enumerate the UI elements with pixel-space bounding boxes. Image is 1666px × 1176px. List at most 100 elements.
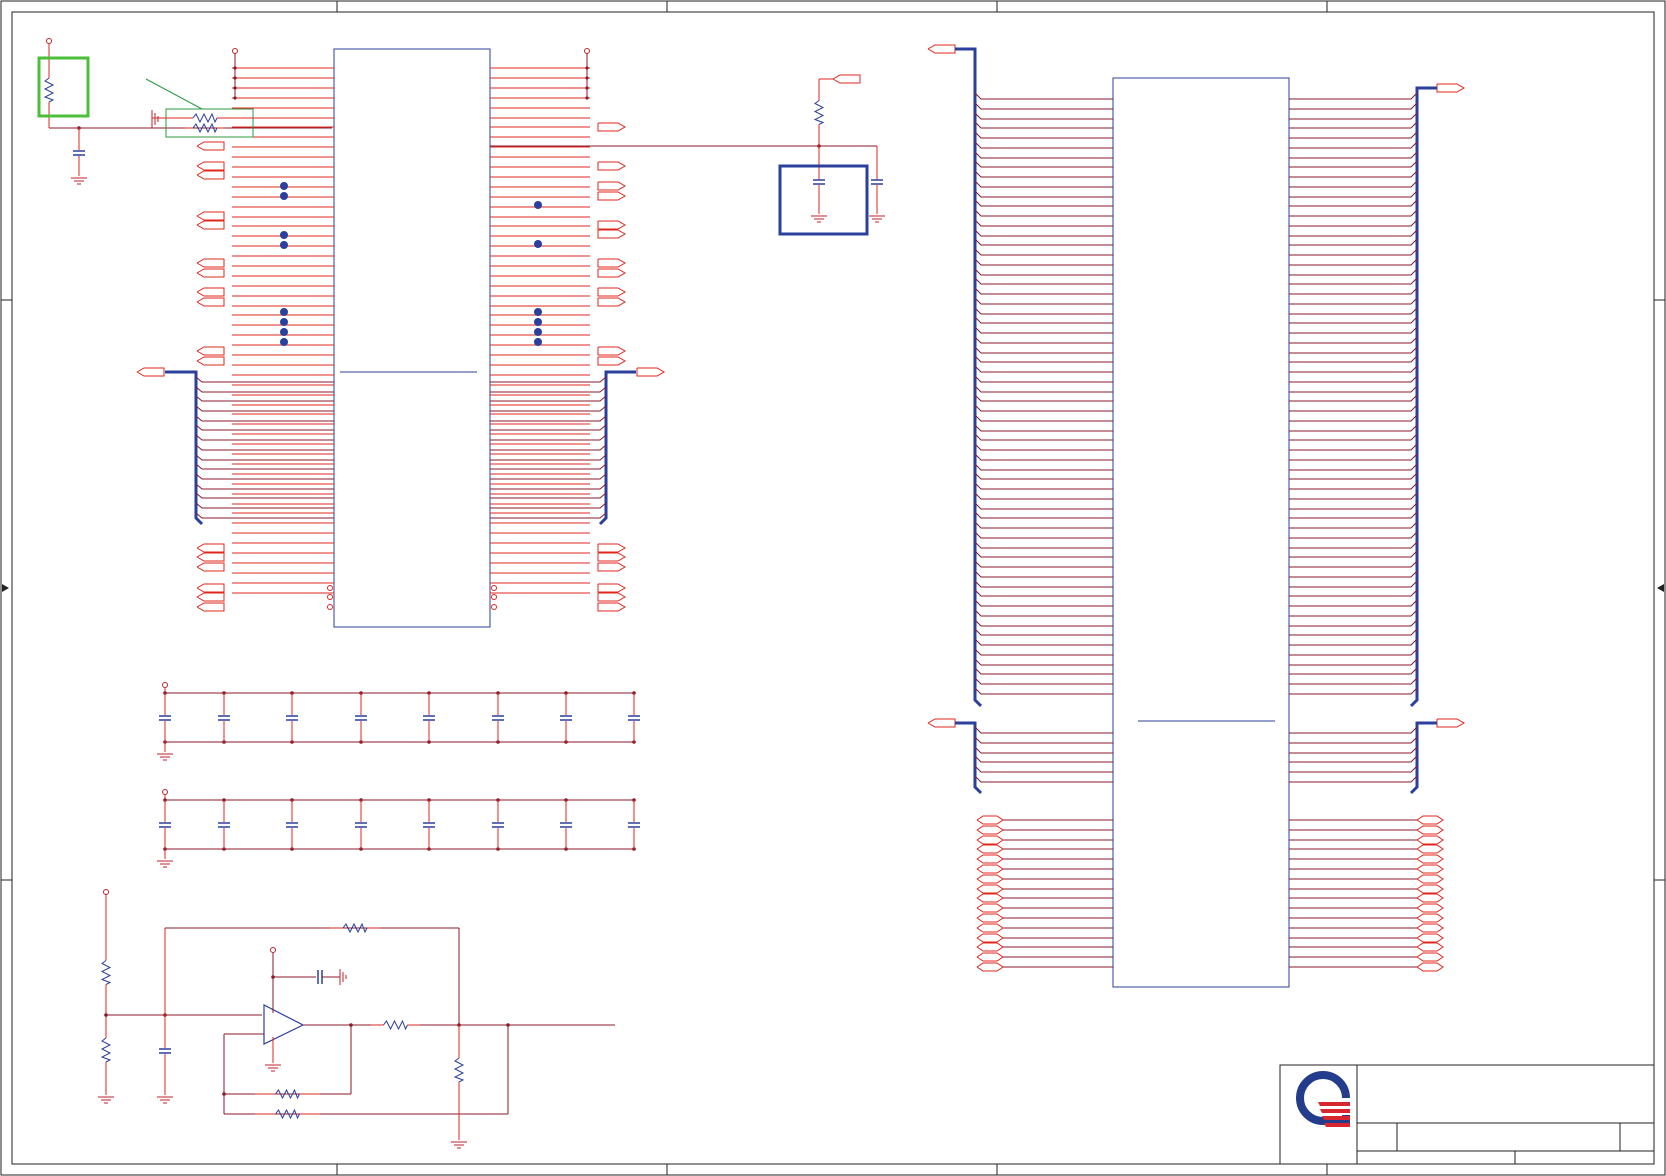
bus-entry (974, 453, 1113, 461)
port-bidirectional (1416, 825, 1444, 835)
bus-entry (974, 658, 1113, 666)
logo-stripe (1322, 1116, 1350, 1120)
left-ic-block (136, 48, 666, 628)
port-bidirectional (1416, 952, 1444, 962)
bus-entry (1289, 550, 1418, 558)
ic-body-right (1112, 77, 1290, 988)
bus-entry (974, 726, 1113, 734)
bus-entry (974, 238, 1113, 246)
bus-entry (974, 131, 1113, 139)
bus-entry (195, 434, 334, 441)
port-left (196, 552, 225, 562)
port-left (196, 346, 225, 356)
port-bidirectional (976, 884, 1004, 894)
port-left (196, 297, 225, 307)
port-bidirectional (1416, 923, 1444, 933)
port-left (196, 268, 225, 278)
port-bidirectional (1416, 864, 1444, 874)
bus-entry (974, 102, 1113, 110)
junction-dot (585, 86, 589, 90)
port-right (597, 356, 627, 366)
bus-entry (974, 502, 1113, 510)
port-right (597, 122, 627, 132)
bus-entry (490, 395, 607, 402)
power-symbol (103, 889, 109, 895)
bus-entry (1289, 746, 1418, 754)
port-left (196, 356, 225, 366)
bus-entry (195, 395, 334, 402)
resistor (813, 100, 825, 125)
bus-entry (1289, 638, 1418, 646)
output-resistor (383, 1019, 408, 1031)
bus-entry (490, 473, 607, 480)
bus-entry (195, 386, 334, 393)
bus-entry (974, 316, 1113, 324)
no-connect-dot (280, 241, 288, 249)
port-right (597, 552, 627, 562)
leader-line (145, 78, 203, 110)
port-left (196, 141, 225, 151)
junction-dot (233, 76, 237, 80)
bus-entry (1289, 667, 1418, 675)
bus-entry (1289, 160, 1418, 168)
port-bidirectional (976, 933, 1004, 943)
bus-entry (974, 365, 1113, 373)
bus-entry (195, 454, 334, 461)
bus-entry (1289, 355, 1418, 363)
bus-entry (974, 482, 1113, 490)
port-right (597, 191, 627, 201)
pull-up-resistor (43, 77, 55, 103)
bus-entry (974, 258, 1113, 266)
bus-entry (974, 609, 1113, 617)
ic-body-left (333, 48, 491, 628)
bus-entry (974, 492, 1113, 500)
bus-entry (490, 376, 607, 383)
bus-entry (1289, 394, 1418, 402)
bus-entry (1289, 92, 1418, 100)
bus-entry (974, 385, 1113, 393)
power-symbol (270, 947, 276, 953)
port-bidirectional (976, 844, 1004, 854)
power-symbol (162, 789, 168, 795)
port-left (196, 258, 225, 268)
bus-entry (974, 219, 1113, 227)
port-left (832, 74, 861, 84)
bus-entry (490, 434, 607, 441)
pin-marker (491, 594, 497, 600)
no-connect-dot (534, 308, 542, 316)
port-bidirectional (1416, 884, 1444, 894)
bus-entry (490, 405, 607, 412)
port-right (597, 287, 627, 297)
port-right (1436, 83, 1466, 93)
bus-entry (974, 346, 1113, 354)
bus-entry (974, 667, 1113, 675)
port-bidirectional (1416, 962, 1444, 972)
bus-entry (974, 151, 1113, 159)
bus-entry (490, 463, 607, 470)
port-left (196, 220, 225, 230)
zone-arrow (2, 584, 9, 592)
bus-entry (1289, 687, 1418, 695)
port-bidirectional (1416, 844, 1444, 854)
bus-entry (1289, 131, 1418, 139)
port-bidirectional (976, 815, 1004, 825)
bus-entry (1289, 482, 1418, 490)
bus-entry (974, 199, 1113, 207)
bus-entry (1289, 316, 1418, 324)
power-symbol (46, 38, 52, 44)
resistor (100, 1037, 112, 1063)
bus-entry (1289, 385, 1418, 393)
title-block (1279, 1064, 1655, 1165)
port-right (597, 543, 627, 553)
bus-entry (974, 648, 1113, 656)
bus-entry (974, 209, 1113, 217)
bus-entry (1289, 219, 1418, 227)
company-logo (1296, 1071, 1350, 1127)
port-left (196, 583, 225, 593)
port-left (196, 287, 225, 297)
junction-dot (233, 86, 237, 90)
junction-dot (233, 66, 237, 70)
bus-entry (1289, 619, 1418, 627)
junction-dot (585, 76, 589, 80)
logo-ring (1296, 1071, 1350, 1125)
